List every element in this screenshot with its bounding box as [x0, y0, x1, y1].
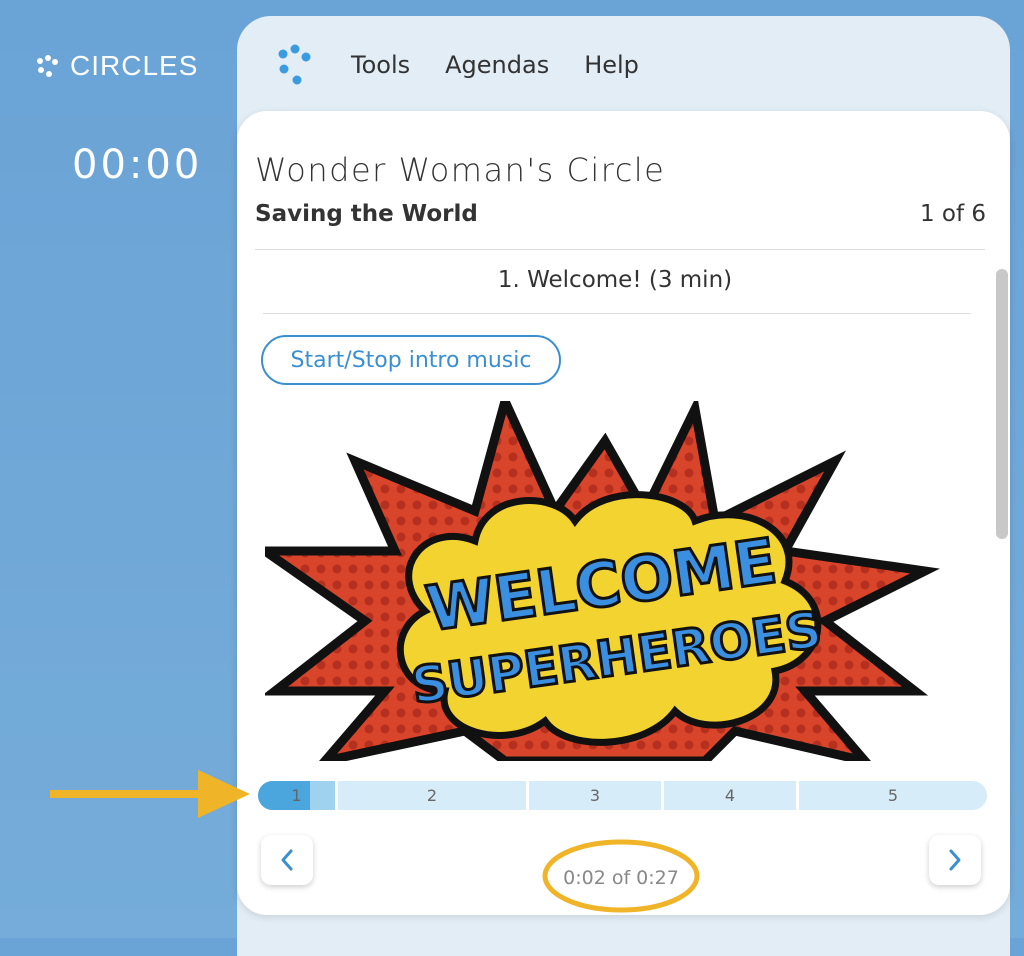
annotation-circle: [542, 839, 700, 913]
annotation-layer: [50, 770, 700, 913]
annotation-arrow-icon: [50, 770, 250, 818]
